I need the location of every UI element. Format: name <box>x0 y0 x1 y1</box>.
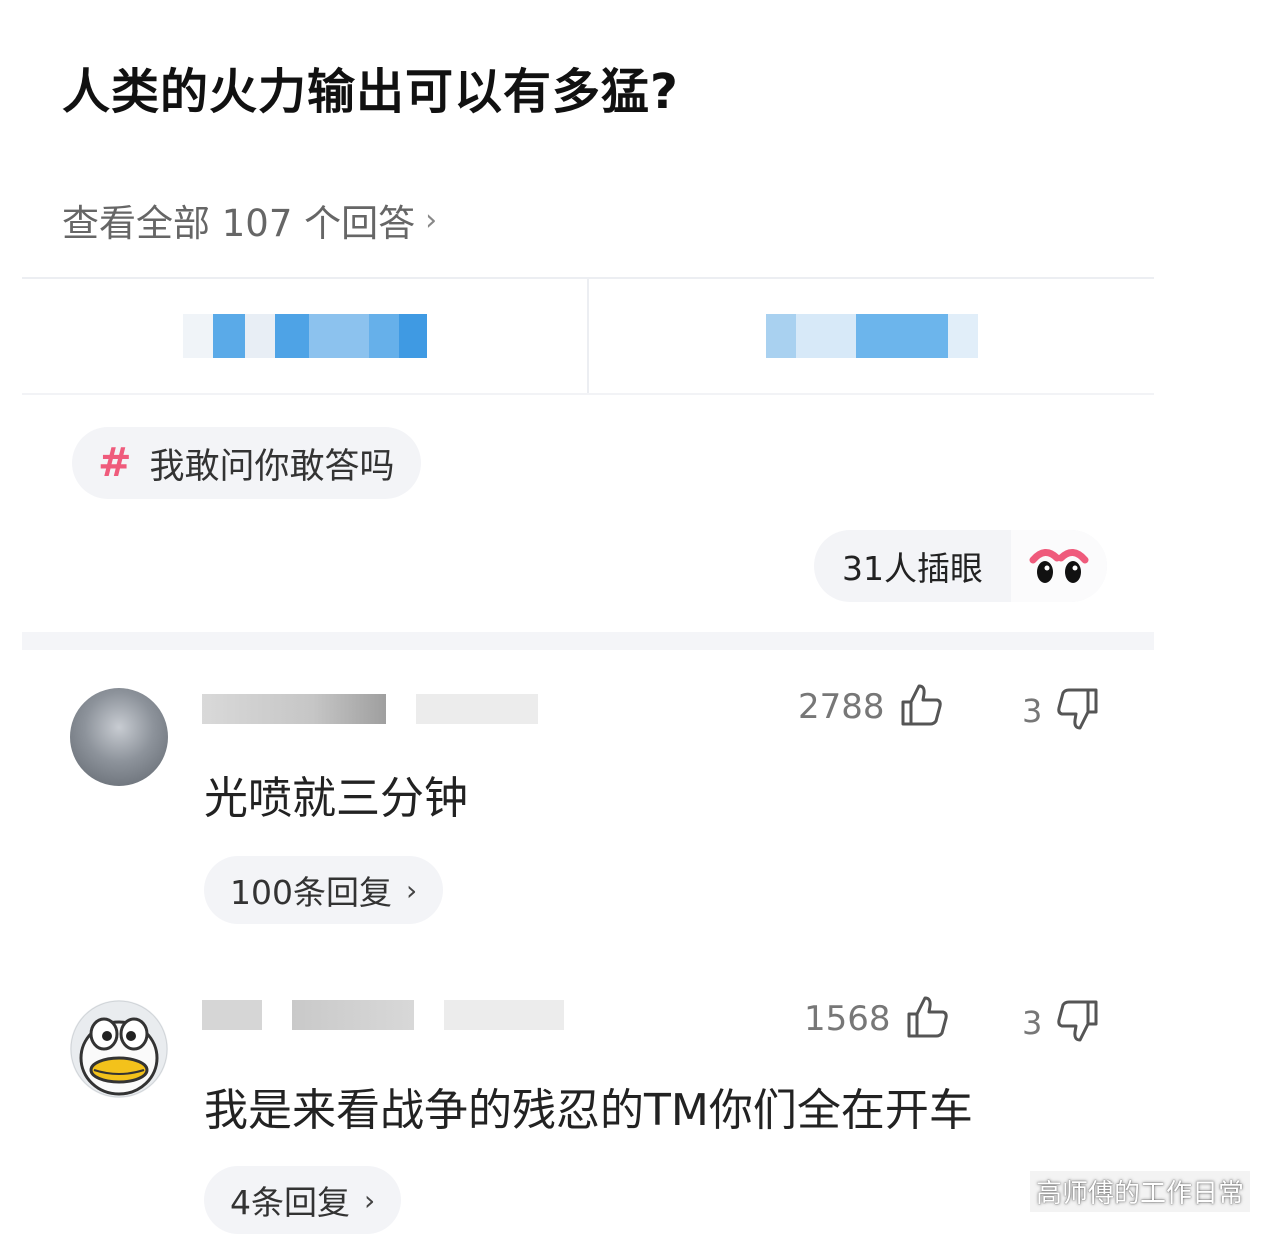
action-button-right[interactable] <box>587 279 1154 393</box>
question-card: 人类的火力输出可以有多猛? 查看全部 107 个回答 › # 我敢问你敢答吗 3… <box>22 0 1154 1234</box>
like-button[interactable]: 1568 <box>804 994 949 1044</box>
watermark: 高师傅的工作日常 <box>1029 1171 1250 1212</box>
blurred-username <box>202 694 538 724</box>
like-count: 1568 <box>804 999 891 1039</box>
thumbs-up-icon <box>899 682 943 732</box>
dislike-count: 3 <box>1022 692 1043 730</box>
eyes-icon <box>1011 530 1107 602</box>
chevron-right-icon: › <box>425 202 438 238</box>
view-replies-button[interactable]: 100条回复 › <box>204 856 444 924</box>
avatar[interactable] <box>70 1000 168 1098</box>
action-button-left[interactable] <box>22 279 587 393</box>
topic-tag-chip[interactable]: # 我敢问你敢答吗 <box>72 427 421 499</box>
thumbs-up-icon <box>905 994 949 1044</box>
like-button[interactable]: 2788 <box>798 682 943 732</box>
hashtag-icon: # <box>98 440 132 486</box>
like-count: 2788 <box>798 687 885 727</box>
replies-count-label: 100条回复 <box>230 873 392 912</box>
comment-text: 我是来看战争的残忍的TM你们全在开车 <box>204 1085 973 1136</box>
topic-label: 我敢问你敢答吗 <box>149 446 395 487</box>
thumbs-down-icon <box>1056 686 1100 736</box>
blurred-label-right <box>765 314 978 358</box>
comment-text: 光喷就三分钟 <box>204 773 468 824</box>
view-all-answers-link[interactable]: 查看全部 107 个回答 › <box>62 193 437 247</box>
watch-button[interactable]: 31人插眼 <box>814 530 1107 602</box>
replies-count-label: 4条回复 <box>230 1183 350 1222</box>
thumbs-down-icon <box>1056 998 1100 1048</box>
dislike-button[interactable]: 3 <box>1022 998 1100 1048</box>
chevron-right-icon: › <box>364 1183 376 1217</box>
blurred-username <box>202 1000 564 1030</box>
blurred-label-left <box>182 314 427 358</box>
section-divider <box>22 632 1154 650</box>
avatar[interactable] <box>70 688 168 786</box>
page: 人类的火力输出可以有多猛? 查看全部 107 个回答 › # 我敢问你敢答吗 3… <box>0 0 1264 1234</box>
view-replies-button[interactable]: 4条回复 › <box>204 1166 402 1234</box>
action-buttons-row <box>22 277 1154 395</box>
watch-label: 31人插眼 <box>842 549 983 588</box>
dislike-button[interactable]: 3 <box>1022 686 1100 736</box>
view-all-label: 查看全部 107 个回答 <box>62 202 416 245</box>
chevron-right-icon: › <box>406 873 418 907</box>
question-title: 人类的火力输出可以有多猛? <box>62 64 679 120</box>
dislike-count: 3 <box>1022 1004 1043 1042</box>
